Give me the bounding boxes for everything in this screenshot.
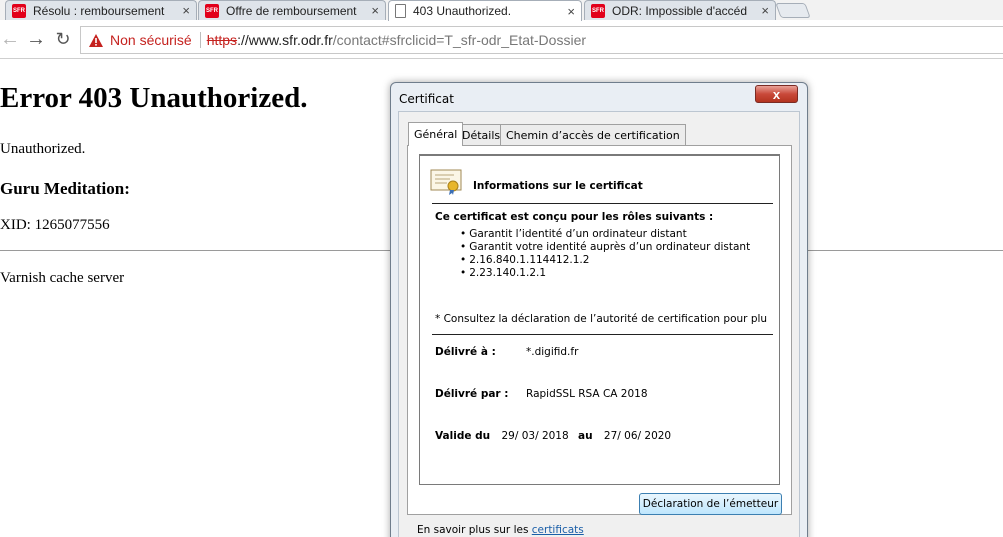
certificate-icon xyxy=(430,169,462,195)
tab-close-icon[interactable]: × xyxy=(371,3,379,18)
back-arrow-icon[interactable]: ← xyxy=(0,29,20,49)
guru-heading: Guru Meditation: xyxy=(0,179,130,198)
issued-by-label: Délivré par : xyxy=(435,388,509,400)
certificate-info-box: Informations sur le certificat Ce certif… xyxy=(419,154,780,485)
browser-toolbar: ← → ↻ Non sécurisé https://www.sfr.odr.f… xyxy=(0,20,1003,59)
issued-by-value: RapidSSL RSA CA 2018 xyxy=(526,388,648,400)
certificates-link[interactable]: certificats xyxy=(532,524,584,536)
roles-list: Garantit l’identité d’un ordinateur dist… xyxy=(460,228,750,280)
url-host: ://www.sfr.odr.fr xyxy=(237,32,333,48)
url-scheme: https xyxy=(206,32,238,48)
issued-to-value: *.digifid.fr xyxy=(526,346,579,358)
info-divider xyxy=(432,334,773,335)
list-item: Garantit votre identité auprès d’un ordi… xyxy=(460,241,750,254)
valid-from-label: Valide du xyxy=(435,430,491,442)
footer-text: Varnish cache server xyxy=(0,270,125,286)
tab-close-icon[interactable]: × xyxy=(182,3,190,18)
tab-odr-impossible[interactable]: SFR ODR: Impossible d'accéd × xyxy=(584,0,776,20)
tab-label: ODR: Impossible d'accéd xyxy=(612,3,748,18)
tab-label: Résolu : remboursement xyxy=(33,3,165,18)
general-tab-panel: Informations sur le certificat Ce certif… xyxy=(407,145,792,515)
address-bar[interactable]: Non sécurisé https://www.sfr.odr.fr/cont… xyxy=(80,26,1003,54)
info-heading: Informations sur le certificat xyxy=(473,180,643,192)
roles-heading: Ce certificat est conçu pour les rôles s… xyxy=(435,211,714,223)
validity-row: Valide du 29/ 03/ 2018 au 27/ 06/ 2020 xyxy=(435,430,671,442)
tab-offre-remboursement[interactable]: SFR Offre de remboursement × xyxy=(198,0,386,20)
browser-tab-strip: SFR Résolu : remboursement × SFR Offre d… xyxy=(0,0,1003,21)
url-path: /contact#sfrclicid=T_sfr-odr_Etat-Dossie… xyxy=(332,32,587,48)
error-message: Unauthorized. xyxy=(0,141,86,157)
tab-label: Offre de remboursement xyxy=(226,3,357,18)
learn-more-text: En savoir plus sur les certificats xyxy=(417,524,584,536)
dialog-title: Certificat xyxy=(399,92,454,106)
learn-more-prefix: En savoir plus sur les xyxy=(417,524,532,536)
tab-resolu-remboursement[interactable]: SFR Résolu : remboursement × xyxy=(5,0,197,20)
document-favicon-icon xyxy=(395,4,406,18)
info-divider xyxy=(432,203,773,204)
valid-to-value: 27/ 06/ 2020 xyxy=(603,430,672,442)
new-tab-button[interactable] xyxy=(775,3,811,18)
sfr-favicon-icon: SFR xyxy=(205,3,219,18)
issued-to-label: Délivré à : xyxy=(435,346,496,358)
sfr-favicon-icon: SFR xyxy=(12,3,26,18)
tab-403-unauthorized[interactable]: 403 Unauthorized. × xyxy=(388,0,582,21)
page-title: Error 403 Unauthorized. xyxy=(0,82,308,114)
tab-close-icon[interactable]: × xyxy=(761,3,769,18)
address-separator xyxy=(199,32,201,48)
tab-details[interactable]: Détails xyxy=(456,124,507,145)
sfr-favicon-icon: SFR xyxy=(591,3,605,18)
issuer-statement-button[interactable]: Déclaration de l’émetteur xyxy=(639,493,782,515)
valid-to-label: au xyxy=(578,430,593,442)
close-button[interactable]: x xyxy=(755,85,798,103)
not-secure-label[interactable]: Non sécurisé xyxy=(110,32,192,48)
tab-close-icon[interactable]: × xyxy=(567,4,575,19)
cps-note: * Consultez la déclaration de l’autorité… xyxy=(435,313,768,325)
valid-from-value: 29/ 03/ 2018 xyxy=(501,430,569,442)
dialog-body: Général Détails Chemin d’accès de certif… xyxy=(398,111,800,537)
list-item: 2.23.140.1.2.1 xyxy=(460,267,750,280)
xid-text: XID: 1265077556 xyxy=(0,217,110,233)
tab-general[interactable]: Général xyxy=(408,122,464,146)
warning-triangle-icon[interactable] xyxy=(88,33,104,48)
certificate-dialog: Certificat x Général Détails Chemin d’ac… xyxy=(390,82,808,537)
list-item: 2.16.840.1.114412.1.2 xyxy=(460,254,750,267)
tab-label: 403 Unauthorized. xyxy=(413,4,512,18)
list-item: Garantit l’identité d’un ordinateur dist… xyxy=(460,228,750,241)
tab-certification-path[interactable]: Chemin d’accès de certification xyxy=(500,124,686,145)
forward-arrow-icon[interactable]: → xyxy=(26,29,46,49)
reload-icon[interactable]: ↻ xyxy=(53,29,73,49)
